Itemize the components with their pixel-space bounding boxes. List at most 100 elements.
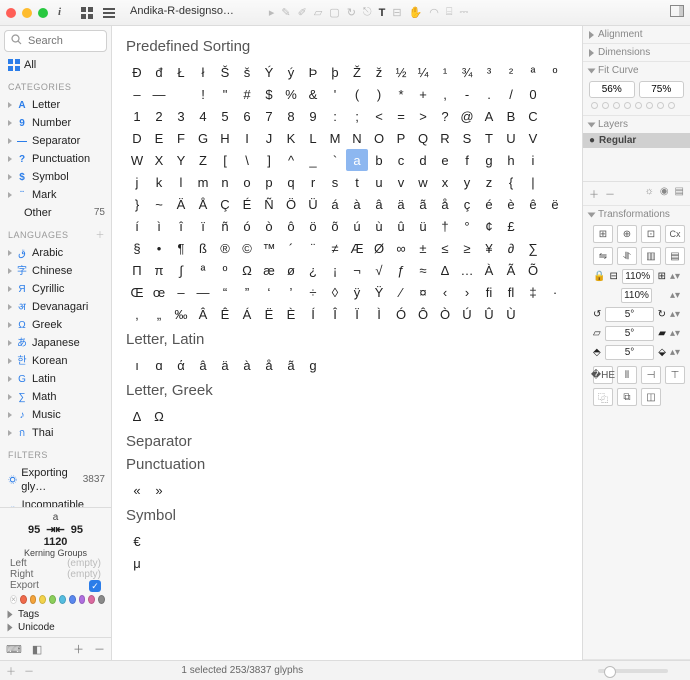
glyph-cell[interactable]: Ä	[170, 193, 192, 215]
glyph-cell[interactable]: ÷	[302, 281, 324, 303]
glyph-cell[interactable]: (	[346, 83, 368, 105]
glyph-cell[interactable]: ü	[412, 215, 434, 237]
glyph-cell[interactable]: \	[236, 149, 258, 171]
language-item[interactable]: ♪ Music	[0, 406, 111, 424]
glyph-cell[interactable]: 5	[214, 105, 236, 127]
category-item[interactable]: 9 Number	[0, 114, 111, 132]
glyph-cell[interactable]: ù	[368, 215, 390, 237]
glyph-cell[interactable]: û	[390, 215, 412, 237]
glyph-cell[interactable]: ò	[258, 215, 280, 237]
glyph-cell[interactable]: Ü	[302, 193, 324, 215]
glyph-cell[interactable]: μ	[126, 552, 148, 574]
glyph-cell[interactable]: å	[258, 354, 280, 376]
glyph-cell[interactable]: ¿	[302, 259, 324, 281]
glyph-cell[interactable]: 9	[302, 105, 324, 127]
language-item[interactable]: ق Arabic	[0, 244, 111, 262]
glyph-cell[interactable]: s	[324, 171, 346, 193]
rotate-value[interactable]: 5°	[605, 307, 653, 322]
glyph-cell[interactable]: Ì	[368, 303, 390, 325]
glyph-cell[interactable]: ≥	[456, 237, 478, 259]
glyph-cell[interactable]: •	[148, 237, 170, 259]
glyph-cell[interactable]: ç	[456, 193, 478, 215]
fitcurve-b[interactable]: 75%	[639, 81, 685, 98]
category-item[interactable]: ? Punctuation	[0, 150, 111, 168]
glyph-cell[interactable]: Ô	[412, 303, 434, 325]
glyph-cell[interactable]: ´	[280, 237, 302, 259]
glyph-cell[interactable]: ö	[302, 215, 324, 237]
transformations-header[interactable]: Transformations	[583, 206, 690, 223]
glyph-cell[interactable]: Ÿ	[368, 281, 390, 303]
origin-4[interactable]: Cx	[665, 225, 685, 243]
glyph-cell[interactable]: §	[126, 237, 148, 259]
kg-left-value[interactable]: (empty)	[67, 558, 101, 569]
glyph-cell[interactable]: ª	[192, 259, 214, 281]
grow-icon[interactable]: ⊞	[658, 271, 666, 282]
glyph-cell[interactable]: î	[170, 215, 192, 237]
glyph-cell[interactable]: `	[324, 149, 346, 171]
add-glyph-icon[interactable]: ＋	[73, 641, 84, 657]
info-icon[interactable]: i	[58, 6, 72, 20]
glyph-cell[interactable]: r	[302, 171, 324, 193]
slant-v-value[interactable]: 5°	[605, 345, 655, 360]
glyph-cell[interactable]: ½	[390, 61, 412, 83]
glyph-cell[interactable]: â	[192, 354, 214, 376]
glyph-cell[interactable]: ∆	[434, 259, 456, 281]
glyph-cell[interactable]: n	[214, 171, 236, 193]
glyph-cell[interactable]: Y	[170, 149, 192, 171]
other-tool-icon[interactable]: ⎓	[460, 6, 469, 19]
glyph-cell[interactable]: $	[258, 83, 280, 105]
glyph-cell[interactable]: >	[412, 105, 434, 127]
glyph-cell[interactable]: ł	[192, 61, 214, 83]
glyph-cell[interactable]: ¹	[434, 61, 456, 83]
category-item[interactable]: $ Symbol	[0, 168, 111, 186]
glyph-cell[interactable]: â	[368, 193, 390, 215]
glyph-cell[interactable]: å	[434, 193, 456, 215]
glyph-cell[interactable]: |	[522, 171, 544, 193]
glyph-cell[interactable]: }	[126, 193, 148, 215]
glyph-cell[interactable]: Δ	[126, 405, 148, 427]
glyph-cell[interactable]: ê	[522, 193, 544, 215]
glyph-cell[interactable]: b	[368, 149, 390, 171]
glyph-cell[interactable]: Å	[192, 193, 214, 215]
glyph-cell[interactable]: i	[522, 149, 544, 171]
glyph-cell[interactable]: ¾	[456, 61, 478, 83]
knife-tool-icon[interactable]: ⎋	[363, 6, 372, 19]
color-dot[interactable]	[30, 595, 37, 604]
glyph-cell[interactable]: '	[324, 83, 346, 105]
category-item[interactable]: — Separator	[0, 132, 111, 150]
glyph-cell[interactable]: J	[258, 127, 280, 149]
glyph-cell[interactable]: ™	[258, 237, 280, 259]
glyph-cell[interactable]: W	[126, 149, 148, 171]
glyph-cell[interactable]: Â	[192, 303, 214, 325]
glyph-cell[interactable]: [	[214, 149, 236, 171]
glyph-cell[interactable]: »	[148, 479, 170, 501]
glyph-cell[interactable]: @	[456, 105, 478, 127]
glyph-cell[interactable]: -	[456, 83, 478, 105]
glyph-cell[interactable]: u	[368, 171, 390, 193]
glyph-cell[interactable]: √	[368, 259, 390, 281]
glyph-cell[interactable]: à	[236, 354, 258, 376]
glyph-cell[interactable]: æ	[258, 259, 280, 281]
scale-stepper[interactable]: ▴▾	[670, 274, 680, 279]
glyph-cell[interactable]: Ç	[214, 193, 236, 215]
glyph-cell[interactable]: ú	[346, 215, 368, 237]
language-item[interactable]: 한 Korean	[0, 352, 111, 370]
glyph-cell[interactable]: m	[192, 171, 214, 193]
flip-v-icon[interactable]: ⥯	[617, 247, 637, 265]
search-input[interactable]	[26, 34, 96, 48]
language-item[interactable]: Я Cyrillic	[0, 280, 111, 298]
align-c-icon[interactable]: ⫴	[617, 366, 637, 384]
glyph-cell[interactable]: ’	[280, 281, 302, 303]
color-dot[interactable]	[59, 595, 66, 604]
glyph-cell[interactable]: 3	[170, 105, 192, 127]
glyph-cell[interactable]: Q	[412, 127, 434, 149]
glyph-cell[interactable]: ®	[214, 237, 236, 259]
glyph-cell[interactable]: è	[500, 193, 522, 215]
glyph-cell[interactable]: g	[478, 149, 500, 171]
glyph-cell[interactable]: ∞	[390, 237, 412, 259]
glyph-cell[interactable]: ±	[412, 237, 434, 259]
color-dot[interactable]	[49, 595, 56, 604]
glyph-cell[interactable]: e	[434, 149, 456, 171]
glyph-cell[interactable]: £	[500, 215, 522, 237]
glyph-cell[interactable]: ÿ	[346, 281, 368, 303]
